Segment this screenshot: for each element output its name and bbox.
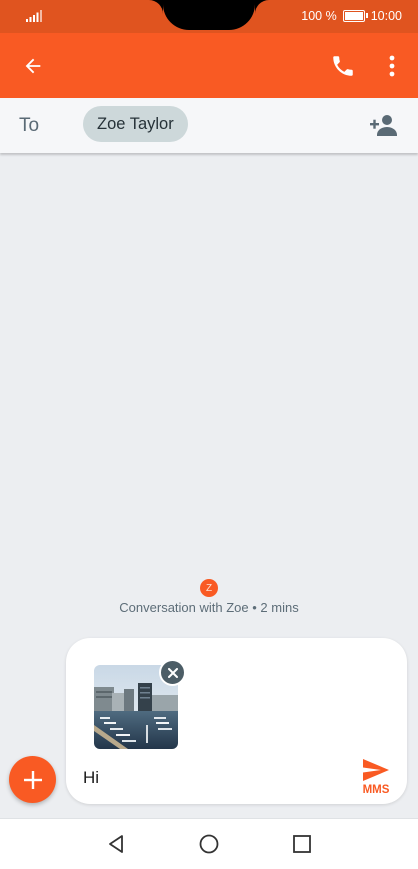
navigation-bar bbox=[0, 818, 418, 869]
camera-notch bbox=[163, 0, 255, 30]
recipient-chip[interactable]: Zoe Taylor bbox=[83, 106, 188, 142]
contact-avatar: Z bbox=[200, 579, 218, 597]
conversation-info: Conversation with Zoe • 2 mins bbox=[119, 600, 299, 615]
send-mms-button[interactable]: MMS bbox=[356, 756, 396, 798]
message-input[interactable]: Hi bbox=[83, 768, 99, 788]
compose-card: Hi MMS bbox=[66, 638, 407, 804]
nav-back-icon[interactable] bbox=[105, 833, 127, 855]
phone-icon bbox=[333, 56, 353, 76]
add-attachment-button[interactable] bbox=[9, 756, 56, 803]
recipient-name: Zoe Taylor bbox=[97, 114, 174, 133]
arrow-back-icon bbox=[25, 58, 41, 74]
app-bar bbox=[0, 33, 418, 98]
more-vert-icon bbox=[389, 55, 395, 77]
status-time: 10:00 bbox=[370, 9, 402, 23]
add-contact-icon[interactable] bbox=[369, 113, 401, 137]
recipient-row: To Zoe Taylor bbox=[0, 98, 418, 153]
remove-attachment-button[interactable] bbox=[159, 659, 186, 686]
close-icon bbox=[167, 667, 178, 678]
battery-icon bbox=[342, 10, 368, 22]
plus-icon bbox=[23, 770, 42, 789]
to-label: To bbox=[19, 115, 40, 136]
nav-recents-icon[interactable] bbox=[291, 833, 313, 855]
signal-icon bbox=[26, 10, 42, 22]
send-label: MMS bbox=[362, 784, 390, 796]
battery-percentage: 100 % bbox=[301, 9, 337, 23]
nav-home-icon[interactable] bbox=[198, 833, 220, 855]
send-icon bbox=[363, 759, 389, 781]
status-bar: 100 % 10:00 bbox=[0, 0, 418, 33]
more-options-button[interactable] bbox=[376, 50, 408, 82]
back-button[interactable] bbox=[17, 50, 49, 82]
call-button[interactable] bbox=[327, 50, 359, 82]
